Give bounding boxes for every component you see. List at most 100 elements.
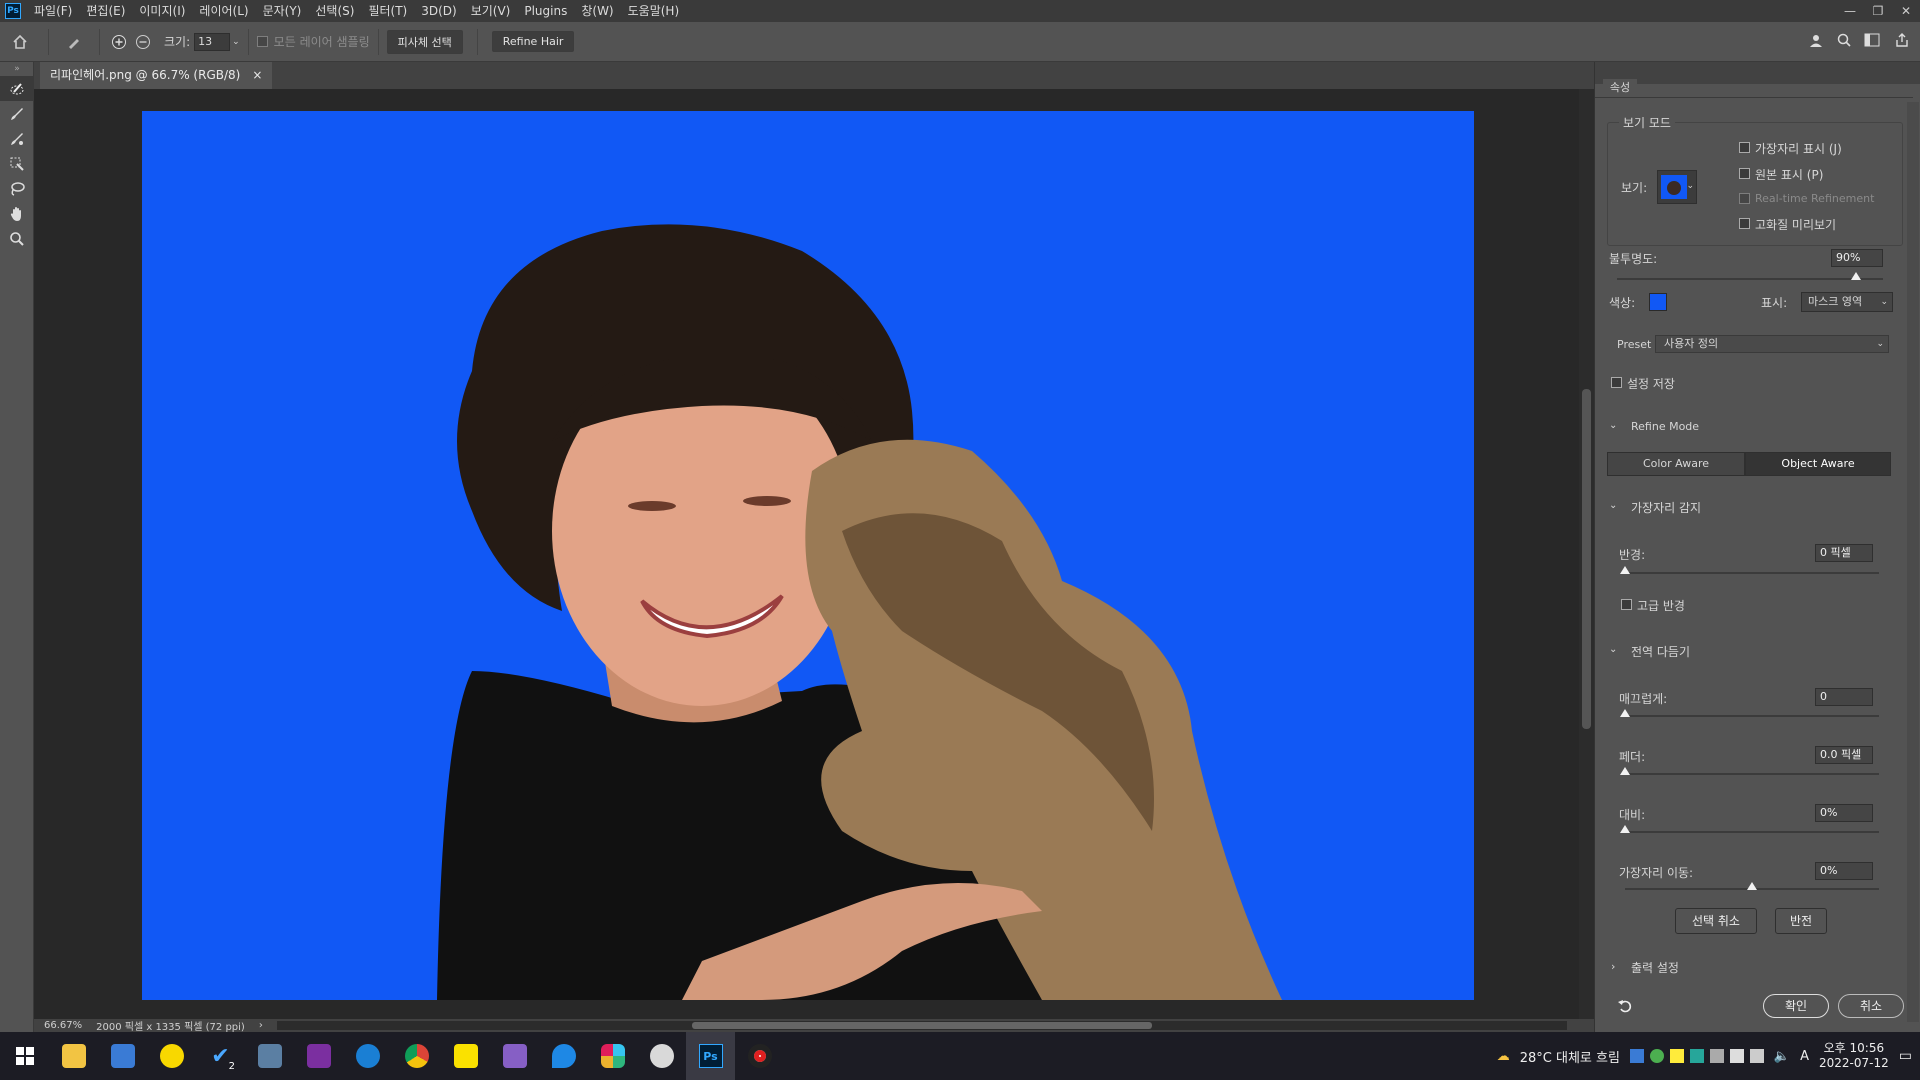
horizontal-scroll-thumb[interactable] xyxy=(691,1022,1152,1029)
menu-image[interactable]: 이미지(I) xyxy=(132,0,192,22)
menu-select[interactable]: 선택(S) xyxy=(308,0,361,22)
todo-app-icon[interactable]: ✔ 2 xyxy=(196,1032,245,1080)
object-aware-button[interactable]: Object Aware xyxy=(1745,452,1891,476)
output-chevron-icon[interactable]: › xyxy=(1611,960,1615,973)
zoom-level[interactable]: 66.67% xyxy=(44,1020,82,1031)
tray-icons[interactable] xyxy=(1629,1049,1764,1063)
save-settings-checkbox[interactable] xyxy=(1611,377,1622,388)
clock[interactable]: 오후 10:56 2022-07-12 xyxy=(1819,1041,1889,1071)
edge-browser-icon[interactable] xyxy=(343,1032,392,1080)
opacity-field[interactable]: 90% xyxy=(1831,249,1883,267)
weather-text[interactable]: 28°C 대체로 흐림 xyxy=(1520,1047,1620,1066)
kakaotalk-icon[interactable] xyxy=(441,1032,490,1080)
restore-button[interactable]: ❐ xyxy=(1864,4,1892,18)
horizontal-scrollbar[interactable] xyxy=(276,1021,1567,1030)
sample-all-layers-checkbox[interactable] xyxy=(256,36,268,47)
hand-tool-icon[interactable] xyxy=(0,201,34,226)
file-explorer-icon[interactable] xyxy=(49,1032,98,1080)
menu-3d[interactable]: 3D(D) xyxy=(414,0,463,22)
size-dropdown-icon[interactable]: ⌄ xyxy=(232,37,240,47)
contrast-slider-knob[interactable] xyxy=(1620,825,1630,833)
menu-window[interactable]: 창(W) xyxy=(574,0,620,22)
calculator-icon[interactable] xyxy=(245,1032,294,1080)
menu-file[interactable]: 파일(F) xyxy=(27,0,79,22)
quick-selection-tool-icon[interactable] xyxy=(0,76,34,101)
windows-start-icon[interactable] xyxy=(0,1032,49,1080)
minimize-button[interactable]: — xyxy=(1836,4,1864,18)
add-to-selection-icon[interactable] xyxy=(108,34,130,50)
edge-detection-chevron-icon[interactable]: ⌄ xyxy=(1609,500,1617,511)
menu-layer[interactable]: 레이어(L) xyxy=(192,0,255,22)
canvas-area[interactable] xyxy=(34,89,1579,1019)
smooth-field[interactable]: 0 xyxy=(1815,688,1873,706)
menu-help[interactable]: 도움말(H) xyxy=(621,0,687,22)
radius-slider-knob[interactable] xyxy=(1620,566,1630,574)
reset-icon[interactable] xyxy=(1617,998,1633,1017)
lasso-tool-icon[interactable] xyxy=(0,176,34,201)
feather-slider-track[interactable] xyxy=(1625,773,1879,775)
brush-tool-icon[interactable] xyxy=(0,126,34,151)
maps-icon[interactable] xyxy=(539,1032,588,1080)
close-tab-icon[interactable]: × xyxy=(252,62,262,89)
radius-slider-track[interactable] xyxy=(1625,572,1879,574)
object-selection-tool-icon[interactable] xyxy=(0,151,34,176)
vertical-scrollbar[interactable] xyxy=(1579,89,1594,1019)
document-tab[interactable]: 리파인헤어.png @ 66.7% (RGB/8) × xyxy=(40,62,273,89)
properties-tab[interactable]: 속성 xyxy=(1603,79,1637,97)
opacity-slider-knob[interactable] xyxy=(1851,272,1862,280)
view-thumbnail[interactable]: ⌄ xyxy=(1657,170,1697,204)
select-subject-button[interactable]: 피사체 선택 xyxy=(386,29,463,54)
invert-button[interactable]: 반전 xyxy=(1775,908,1827,934)
photoshop-taskbar-icon[interactable]: Ps xyxy=(686,1032,735,1080)
ok-button[interactable]: 확인 xyxy=(1763,994,1829,1018)
clear-selection-button[interactable]: 선택 취소 xyxy=(1675,908,1757,934)
workspace-icon[interactable] xyxy=(1864,32,1882,51)
feather-field[interactable]: 0.0 픽셀 xyxy=(1815,746,1873,764)
cloud-app-icon[interactable] xyxy=(637,1032,686,1080)
menu-edit[interactable]: 편집(E) xyxy=(79,0,132,22)
shift-edge-slider-knob[interactable] xyxy=(1747,882,1757,890)
visual-studio-icon[interactable] xyxy=(490,1032,539,1080)
refine-hair-button[interactable]: Refine Hair xyxy=(491,31,575,52)
refine-mode-chevron-icon[interactable]: ⌄ xyxy=(1609,420,1617,431)
color-aware-button[interactable]: Color Aware xyxy=(1607,452,1745,476)
notes-app-icon[interactable] xyxy=(98,1032,147,1080)
show-original-checkbox[interactable] xyxy=(1739,168,1750,179)
search-icon[interactable] xyxy=(1836,32,1852,51)
notifications-icon[interactable]: ▭ xyxy=(1899,1048,1912,1064)
close-button[interactable]: ✕ xyxy=(1892,4,1920,18)
smooth-slider-track[interactable] xyxy=(1625,715,1879,717)
smooth-slider-knob[interactable] xyxy=(1620,709,1630,717)
radius-field[interactable]: 0 픽셀 xyxy=(1815,544,1873,562)
menu-plugins[interactable]: Plugins xyxy=(517,0,574,22)
weather-icon[interactable]: ☁ xyxy=(1497,1049,1510,1064)
opacity-slider-track[interactable] xyxy=(1617,278,1883,280)
menu-type[interactable]: 문자(Y) xyxy=(256,0,309,22)
brush-preset-icon[interactable] xyxy=(57,34,91,50)
home-icon[interactable] xyxy=(0,34,40,50)
vertical-scroll-thumb[interactable] xyxy=(1582,389,1591,729)
realtime-refinement-checkbox[interactable] xyxy=(1739,193,1750,204)
view-dropdown-icon[interactable]: ⌄ xyxy=(1686,181,1694,191)
chrome-icon[interactable] xyxy=(392,1032,441,1080)
contrast-slider-track[interactable] xyxy=(1625,831,1879,833)
cancel-button[interactable]: 취소 xyxy=(1838,994,1904,1018)
show-edge-checkbox[interactable] xyxy=(1739,142,1750,153)
canvas-image[interactable] xyxy=(142,111,1474,1000)
account-icon[interactable] xyxy=(1808,32,1824,51)
global-chevron-icon[interactable]: ⌄ xyxy=(1609,644,1617,655)
shift-edge-field[interactable]: 0% xyxy=(1815,862,1873,880)
size-input[interactable]: 13 xyxy=(194,32,231,51)
panel-scrollbar[interactable] xyxy=(1907,102,1919,1022)
onenote-icon[interactable] xyxy=(294,1032,343,1080)
hq-preview-checkbox[interactable] xyxy=(1739,218,1750,229)
zoom-tool-icon[interactable] xyxy=(0,226,34,251)
volume-icon[interactable]: 🔈 xyxy=(1774,1049,1790,1064)
menu-view[interactable]: 보기(V) xyxy=(464,0,518,22)
subtract-selection-icon[interactable] xyxy=(130,34,156,50)
preset-select[interactable]: 사용자 정의 ⌄ xyxy=(1655,335,1889,353)
status-arrow-icon[interactable]: › xyxy=(259,1020,263,1031)
refine-edge-brush-icon[interactable] xyxy=(0,101,34,126)
feather-slider-knob[interactable] xyxy=(1620,767,1630,775)
share-icon[interactable] xyxy=(1894,32,1910,51)
